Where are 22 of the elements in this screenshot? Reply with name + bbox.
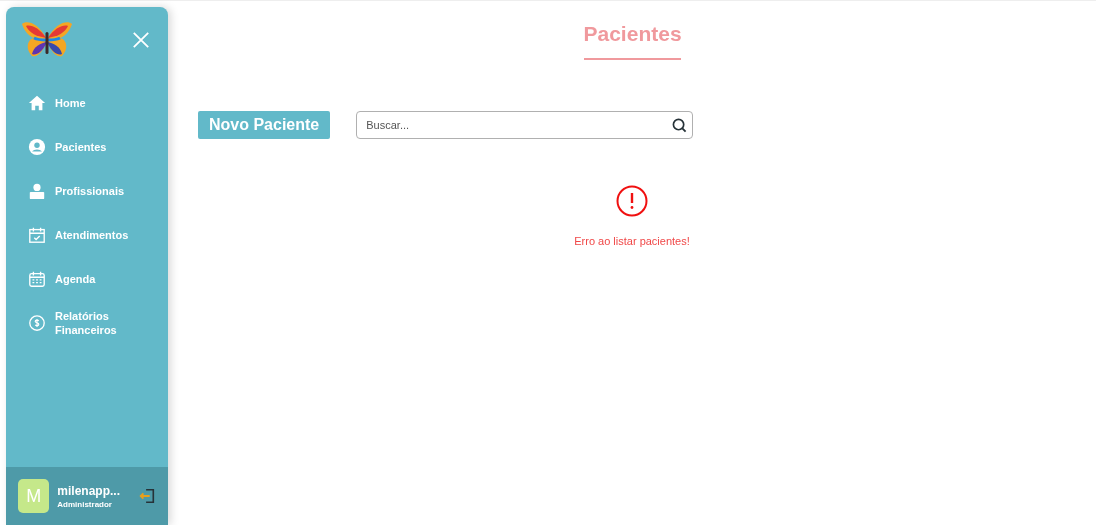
page-title: Pacientes <box>583 22 681 60</box>
nav-item[interactable]: Relatórios Financeiros <box>28 301 158 345</box>
user-name: milenapp... <box>57 483 120 498</box>
user-role: Administrador <box>57 499 113 509</box>
calendar-icon <box>28 270 46 288</box>
calendar-check-icon <box>28 226 46 244</box>
user-avatar: M <box>18 479 50 513</box>
person-icon <box>28 138 46 156</box>
nav-item[interactable]: Profissionais <box>28 169 158 213</box>
home-icon <box>28 94 46 112</box>
dollar-icon <box>28 314 46 332</box>
nav-item[interactable]: Atendimentos <box>28 213 158 257</box>
error-icon <box>616 185 648 217</box>
search-icon <box>672 118 688 133</box>
search-field[interactable]: Buscar... <box>356 111 694 139</box>
person-card-icon <box>28 182 46 200</box>
error-message: Erro ao listar pacientes! <box>574 235 690 247</box>
new-patient-button[interactable]: Novo Paciente <box>198 111 331 139</box>
nav-item[interactable]: Agenda <box>28 257 158 301</box>
nav-item[interactable]: Home <box>28 81 158 125</box>
nav-item[interactable]: Pacientes <box>28 125 158 169</box>
logout-button[interactable] <box>138 487 156 505</box>
